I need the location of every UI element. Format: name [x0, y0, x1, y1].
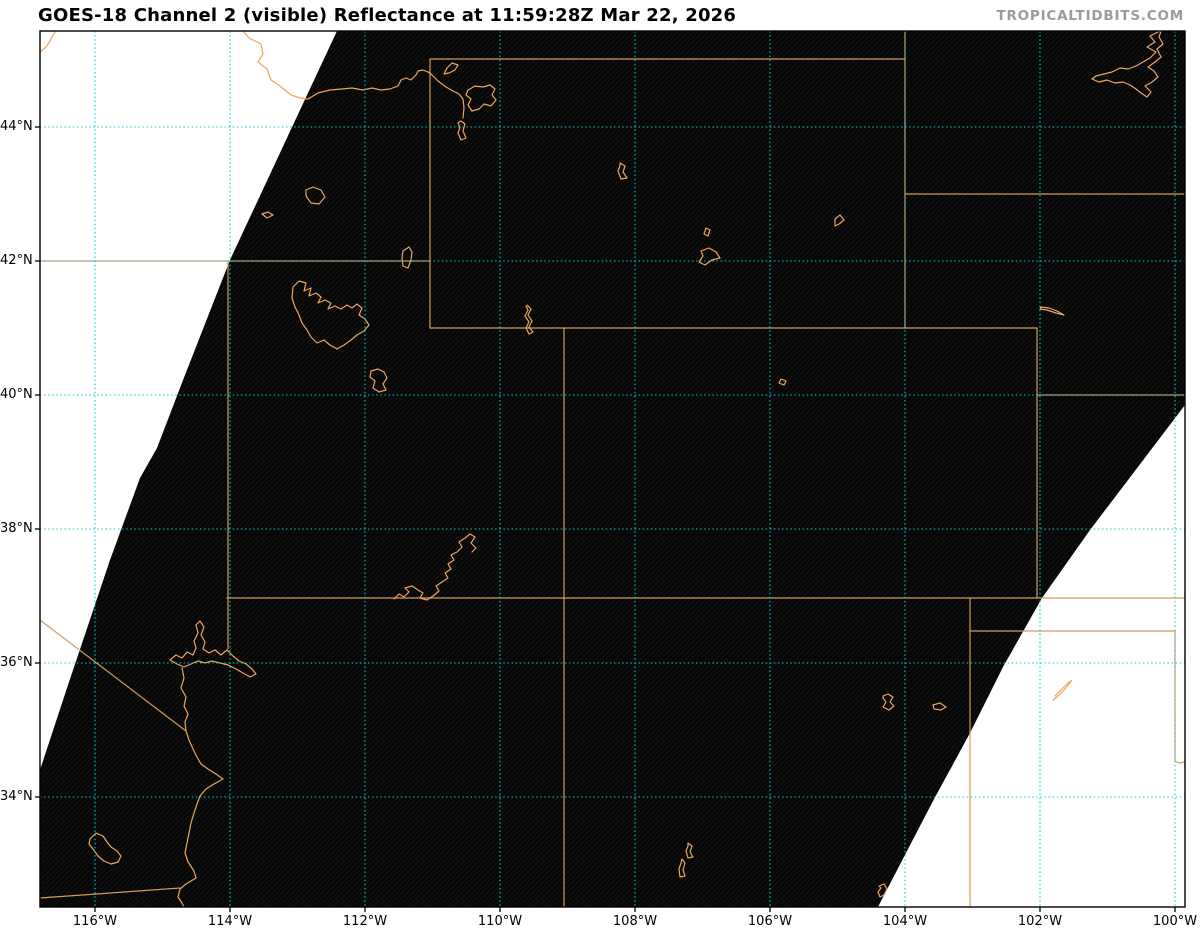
- lat-tick-label: 40°N: [0, 387, 33, 402]
- lon-tick-label: 116°W: [72, 914, 118, 929]
- lon-tick-label: 114°W: [207, 914, 253, 929]
- lon-tick-label: 112°W: [342, 914, 388, 929]
- lon-tick-label: 108°W: [612, 914, 658, 929]
- lat-tick-label: 44°N: [0, 119, 33, 134]
- satellite-map-plot: [35, 30, 1186, 912]
- lat-tick-label: 36°N: [0, 655, 33, 670]
- lon-tick-label: 100°W: [1152, 914, 1198, 929]
- lon-tick-label: 102°W: [1017, 914, 1063, 929]
- goes-satellite-figure: GOES-18 Channel 2 (visible) Reflectance …: [0, 0, 1200, 929]
- lon-tick-label: 104°W: [882, 914, 928, 929]
- lon-tick-label: 110°W: [477, 914, 523, 929]
- lon-tick-label: 106°W: [747, 914, 793, 929]
- lat-tick-label: 38°N: [0, 521, 33, 536]
- lat-tick-label: 42°N: [0, 253, 33, 268]
- lat-tick-label: 34°N: [0, 789, 33, 804]
